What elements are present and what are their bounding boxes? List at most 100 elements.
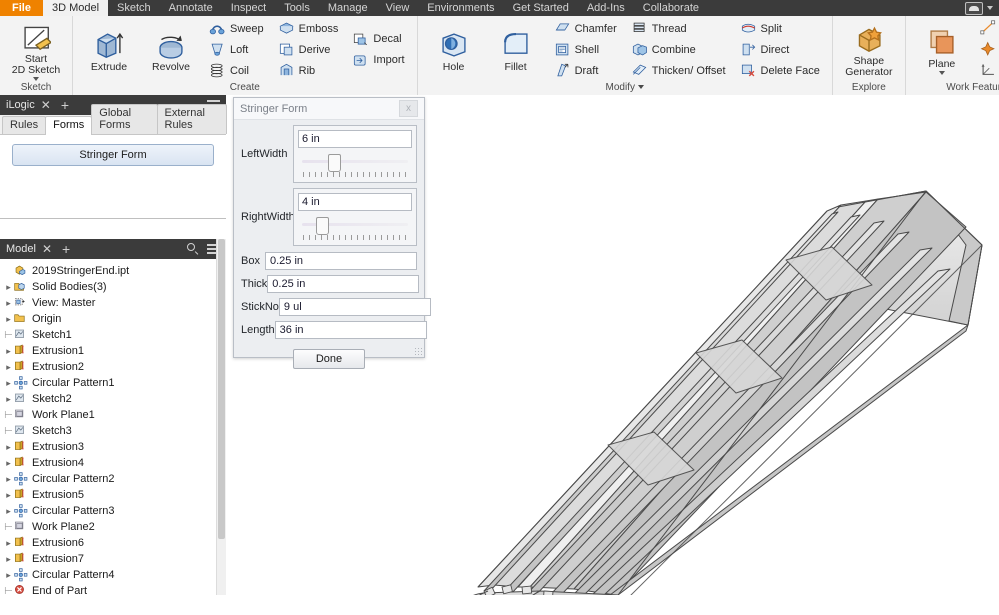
ribbon-button-point[interactable]: Point [977,40,999,59]
tree-node[interactable]: ⊢ Work Plane2 [3,519,226,535]
ilogic-tab-global-forms[interactable]: Global Forms [91,104,158,134]
expand-arrow-icon[interactable]: ▸ [3,506,14,517]
field-input-box[interactable] [265,252,417,270]
scrollbar-thumb[interactable] [218,239,225,539]
expand-arrow-icon[interactable]: ▸ [3,314,14,325]
tree-node[interactable]: ▸ Extrusion7 [3,551,226,567]
ribbon-button-hole[interactable]: Hole [423,27,485,73]
ribbon-button-shell[interactable]: Shell [551,40,620,59]
expand-arrow-icon[interactable]: ▸ [3,378,14,389]
ilogic-tab-external-rules[interactable]: External Rules [156,104,227,134]
ribbon-button-axis[interactable]: Axis [977,19,999,38]
tree-node[interactable]: ▸ Sketch2 [3,391,226,407]
expand-arrow-icon[interactable]: ▸ [3,458,14,469]
expand-arrow-icon[interactable]: ▸ [3,554,14,565]
slider-thumb[interactable] [327,154,341,172]
tree-node[interactable]: ▸ Extrusion2 [3,359,226,375]
menu-item-tools[interactable]: Tools [275,0,319,16]
ribbon-button-split[interactable]: Split [737,19,823,38]
ribbon-button-emboss[interactable]: Emboss [275,19,342,38]
expand-arrow-icon[interactable]: ▸ [3,474,14,485]
ilogic-tab-rules[interactable]: Rules [2,116,47,134]
menu-item-view[interactable]: View [377,0,419,16]
ribbon-button-fillet[interactable]: Fillet [485,27,547,73]
menu-item-inspect[interactable]: Inspect [222,0,275,16]
model-tree[interactable]: 2019StringerEnd.ipt ▸ Solid Bodies(3) ▸ View… [0,259,226,615]
chevron-down-icon[interactable] [987,6,993,10]
tree-node[interactable]: ▸ Extrusion3 [3,439,226,455]
menu-item-sketch[interactable]: Sketch [108,0,160,16]
tree-node[interactable]: ▸ Circular Pattern4 [3,567,226,583]
ribbon-button-rib[interactable]: Rib [275,61,342,80]
chevron-down-icon[interactable] [637,85,644,90]
done-button[interactable]: Done [292,349,366,369]
menu-file[interactable]: File [0,0,43,16]
tree-node[interactable]: ▸ View: Master [3,295,226,311]
expand-arrow-icon[interactable]: ▸ [3,394,14,405]
ribbon-button-chamfer[interactable]: Chamfer [551,19,620,38]
slider-thumb[interactable] [316,217,330,235]
ribbon-button-thread[interactable]: Thread [628,19,729,38]
ribbon-button-derive[interactable]: Derive [275,40,342,59]
tree-node[interactable]: ▸ Circular Pattern3 [3,503,226,519]
tree-node[interactable]: ▸ Origin [3,311,226,327]
menu-item-get-started[interactable]: Get Started [504,0,578,16]
tree-node[interactable]: ⊢ End of Part [3,583,226,599]
field-input-length[interactable] [274,321,427,339]
stringer-form-dialog[interactable]: Stringer Form x LeftWidth RightWidth Box T… [233,97,431,369]
resize-grip[interactable] [414,347,422,355]
tree-node[interactable]: ▸ Extrusion5 [3,487,226,503]
ribbon-button-ucs[interactable]: UCS [977,61,999,80]
ribbon-button-extrude[interactable]: Extrude [78,27,140,73]
close-icon[interactable]: ✕ [42,243,52,255]
tree-node[interactable]: ▸ Extrusion4 [3,455,226,471]
tree-node[interactable]: ⊢ Work Plane1 [3,407,226,423]
slider-value-input[interactable] [298,193,412,211]
field-input-thick[interactable] [267,275,420,293]
ribbon-button-sweep[interactable]: Sweep [206,19,267,38]
ribbon-button-direct[interactable]: Direct [737,40,823,59]
tree-node[interactable]: ⊢ Sketch1 [3,327,226,343]
minimize-ribbon-icon[interactable] [965,1,983,15]
tree-node[interactable]: ▸ Circular Pattern2 [3,471,226,487]
tree-node[interactable]: ⊢ Sketch3 [3,423,226,439]
expand-arrow-icon[interactable]: ▸ [3,282,14,293]
menu-item-3d-model[interactable]: 3D Model [42,0,109,16]
ribbon-button-coil[interactable]: Coil [206,61,267,80]
ribbon-button-import[interactable]: Import [349,51,407,70]
menu-item-annotate[interactable]: Annotate [160,0,222,16]
expand-arrow-icon[interactable]: ▸ [3,298,14,309]
expand-arrow-icon[interactable]: ▸ [3,490,14,501]
field-input-stickno[interactable] [278,298,431,316]
ribbon-button-combine[interactable]: Combine [628,40,729,59]
close-icon[interactable]: x [399,100,418,117]
ribbon-button-loft[interactable]: Loft [206,40,267,59]
expand-arrow-icon[interactable]: ▸ [3,538,14,549]
model-tree-scrollbar[interactable] [216,239,226,595]
ribbon-button-start-2d-sketch[interactable]: Start 2D Sketch [5,19,67,81]
chevron-down-icon[interactable] [33,76,39,81]
expand-arrow-icon[interactable]: ▸ [3,570,14,581]
add-tab-icon[interactable]: + [61,98,69,112]
dialog-title-bar[interactable]: Stringer Form x [234,98,424,120]
ribbon-button-thicken-offset[interactable]: Thicken/ Offset [628,61,729,80]
add-tab-icon[interactable]: + [62,242,70,256]
search-icon[interactable] [187,243,199,255]
slider-value-input[interactable] [298,130,412,148]
menu-item-add-ins[interactable]: Add-Ins [578,0,634,16]
ribbon-button-draft[interactable]: Draft [551,61,620,80]
slider-track-area[interactable] [298,215,412,241]
expand-arrow-icon[interactable]: ▸ [3,346,14,357]
ribbon-button-shape-generator[interactable]: Shape Generator [838,21,900,78]
tree-node[interactable]: ▸ Circular Pattern1 [3,375,226,391]
ilogic-tab-forms[interactable]: Forms [45,116,93,135]
ribbon-button-delete-face[interactable]: Delete Face [737,61,823,80]
stringer-form-button[interactable]: Stringer Form [12,144,214,166]
ribbon-button-decal[interactable]: Decal [349,30,407,49]
tree-node[interactable]: ▸ Extrusion6 [3,535,226,551]
expand-arrow-icon[interactable]: ▸ [3,362,14,373]
ribbon-button-revolve[interactable]: Revolve [140,27,202,73]
slider-track-area[interactable] [298,152,412,178]
chevron-down-icon[interactable] [938,71,945,75]
expand-arrow-icon[interactable]: ▸ [3,442,14,453]
